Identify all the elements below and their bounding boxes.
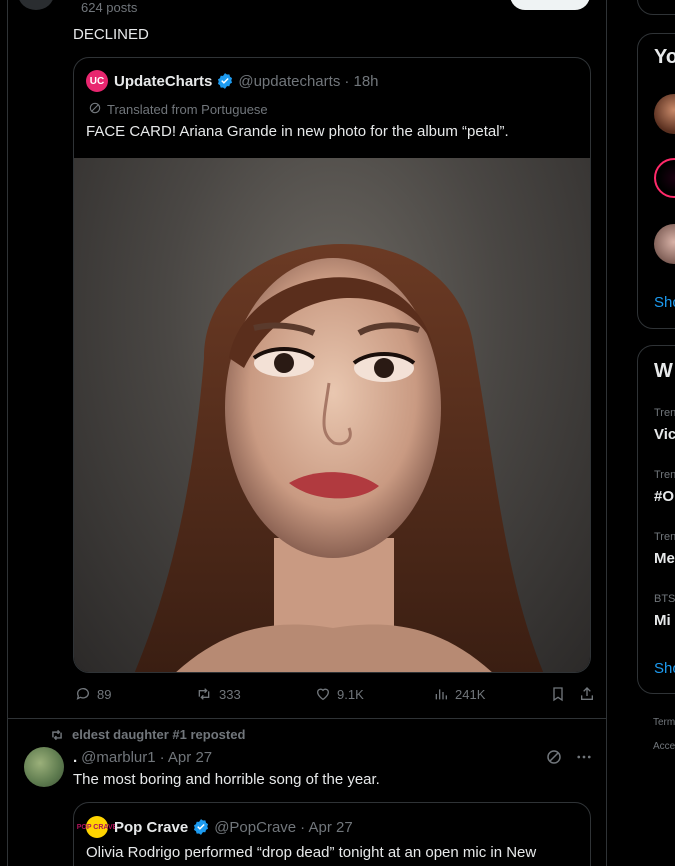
views-icon bbox=[435, 689, 447, 700]
trend-item[interactable]: #O bbox=[654, 488, 674, 505]
bookmark-icon bbox=[553, 687, 563, 702]
repost-icon bbox=[198, 688, 210, 700]
post-time[interactable]: · Apr 27 bbox=[300, 819, 353, 836]
translate-icon bbox=[88, 101, 102, 118]
avatar[interactable] bbox=[654, 94, 675, 134]
repost-indicator[interactable]: eldest daughter #1 reposted bbox=[50, 727, 245, 742]
quoted-post-header: POP CRAVE Pop Crave @PopCrave · Apr 27 bbox=[77, 816, 353, 838]
post-text: DECLINED bbox=[73, 26, 149, 43]
repost-icon bbox=[52, 729, 62, 740]
show-more-link[interactable]: Sho bbox=[654, 660, 675, 677]
post-text: The most boring and horrible song of the… bbox=[73, 771, 380, 788]
like-button[interactable]: 9.1K bbox=[315, 686, 364, 702]
views-count: 241K bbox=[455, 686, 486, 702]
footer-link-accessibility[interactable]: Acce bbox=[653, 741, 675, 752]
verified-badge-icon bbox=[216, 72, 234, 90]
post-header: . @marblur1 · Apr 27 bbox=[73, 749, 212, 766]
panel-title: W bbox=[654, 360, 673, 382]
views-button[interactable]: 241K bbox=[433, 686, 485, 702]
trend-item[interactable]: Me bbox=[654, 550, 675, 567]
reply-button[interactable]: 89 bbox=[75, 686, 111, 702]
trend-category: BTS bbox=[654, 593, 675, 605]
post-time[interactable]: · Apr 27 bbox=[160, 749, 213, 766]
trend-category: Tren bbox=[654, 531, 675, 543]
translation-note: Translated from Portuguese bbox=[88, 101, 268, 118]
reply-count: 89 bbox=[97, 686, 112, 702]
bookmark-button[interactable] bbox=[550, 686, 566, 702]
repost-count: 333 bbox=[219, 686, 241, 702]
quoted-post-text: Olivia Rodrigo performed “drop dead” ton… bbox=[86, 844, 537, 861]
author-name[interactable]: UpdateCharts bbox=[114, 73, 212, 90]
like-count: 9.1K bbox=[337, 686, 364, 702]
author-handle[interactable]: @marblur1 bbox=[81, 749, 155, 766]
author-name[interactable]: Pop Crave bbox=[114, 819, 188, 836]
post-actions: 89 333 9.1K 241K bbox=[73, 686, 593, 708]
post-time[interactable]: · 18h bbox=[344, 73, 378, 90]
repost-button[interactable]: 333 bbox=[195, 686, 241, 702]
quoted-post-header: UC UpdateCharts @updatecharts · 18h bbox=[86, 70, 379, 92]
share-icon bbox=[581, 687, 593, 700]
post-photo[interactable] bbox=[74, 158, 590, 672]
popcrave-avatar[interactable]: POP CRAVE bbox=[77, 816, 117, 838]
updatecharts-avatar[interactable]: UC bbox=[86, 70, 108, 92]
sidebar-search-box[interactable] bbox=[637, 0, 675, 15]
more-icon[interactable] bbox=[575, 748, 593, 771]
avatar[interactable] bbox=[654, 224, 675, 264]
verified-badge-icon bbox=[192, 818, 210, 836]
show-more-link[interactable]: Sho bbox=[654, 294, 675, 311]
profile-avatar[interactable] bbox=[18, 0, 54, 10]
panel-title: Yo bbox=[654, 46, 675, 68]
quoted-post-text: FACE CARD! Ariana Grande in new photo fo… bbox=[86, 123, 509, 140]
trend-category: Tren bbox=[654, 469, 675, 481]
author-handle[interactable]: @PopCrave bbox=[214, 819, 296, 836]
avatar[interactable] bbox=[654, 158, 675, 198]
post-header-icons bbox=[545, 748, 593, 771]
reply-icon bbox=[76, 688, 89, 700]
quoted-post[interactable]: POP CRAVE Pop Crave @PopCrave · Apr 27 O… bbox=[73, 802, 591, 866]
author-name[interactable]: . bbox=[73, 749, 77, 766]
avatar[interactable] bbox=[24, 747, 64, 787]
portrait-image bbox=[134, 244, 544, 672]
who-to-follow-panel: Yo Sho bbox=[637, 33, 675, 329]
follow-button[interactable] bbox=[510, 0, 590, 10]
heart-icon bbox=[316, 688, 330, 701]
quoted-post[interactable]: UC UpdateCharts @updatecharts · 18h Tran… bbox=[73, 57, 591, 673]
trend-category: Tren bbox=[654, 407, 675, 419]
footer-link-terms[interactable]: Term bbox=[653, 717, 675, 728]
timeline-feed: 624 posts DECLINED UC UpdateCharts @upda… bbox=[7, 0, 607, 866]
trends-panel: W Tren Vic Tren #O Tren Me BTS Mi Sho bbox=[637, 345, 675, 694]
trend-item[interactable]: Mi bbox=[654, 612, 671, 629]
post-divider bbox=[8, 718, 606, 719]
profile-header: 624 posts bbox=[8, 0, 606, 18]
share-button[interactable] bbox=[579, 686, 595, 702]
translation-label: Translated from Portuguese bbox=[107, 102, 268, 117]
grok-icon[interactable] bbox=[545, 748, 563, 771]
trend-item[interactable]: Vic bbox=[654, 426, 675, 443]
author-handle[interactable]: @updatecharts bbox=[238, 73, 340, 90]
posts-count: 624 posts bbox=[81, 0, 138, 15]
repost-by-label: eldest daughter #1 reposted bbox=[72, 727, 246, 742]
